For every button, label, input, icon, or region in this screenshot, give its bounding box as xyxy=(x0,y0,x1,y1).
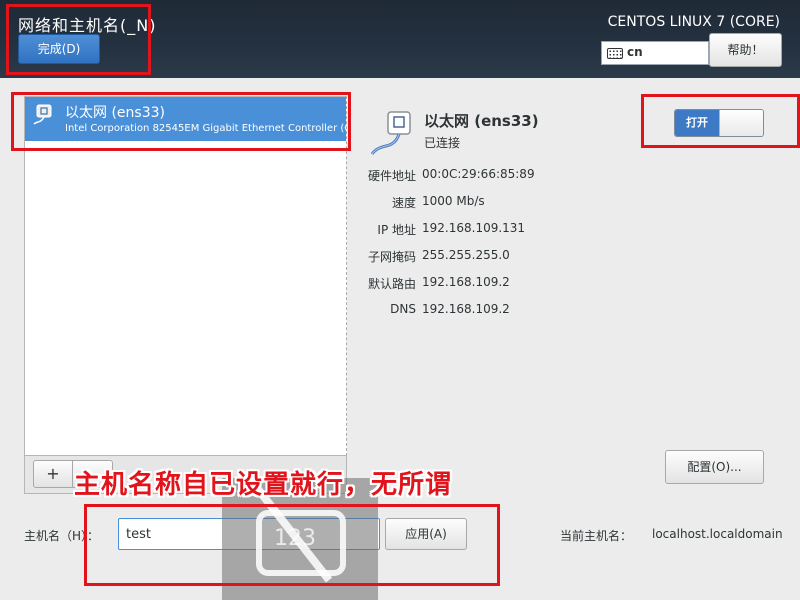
info-label: 默认路由 xyxy=(367,277,416,291)
info-value: 255.255.255.0 xyxy=(422,248,510,262)
info-label: 速度 xyxy=(391,196,416,210)
annotation-box-done xyxy=(6,4,151,75)
device-name: 以太网 (ens33) xyxy=(424,112,539,130)
info-row-ip-address: IP 地址 192.168.109.131 xyxy=(350,221,710,239)
info-value: 1000 Mb/s xyxy=(422,194,485,208)
info-label: DNS xyxy=(390,302,416,316)
info-row-dns: DNS 192.168.109.2 xyxy=(350,302,710,320)
info-label: 硬件地址 xyxy=(367,169,416,183)
configure-button[interactable]: 配置(O)... xyxy=(665,450,764,484)
ethernet-icon xyxy=(370,111,411,155)
info-value: 00:0C:29:66:85:89 xyxy=(422,167,535,181)
product-title: CENTOS LINUX 7 (CORE) xyxy=(607,14,780,30)
current-hostname-value: localhost.localdomain xyxy=(652,527,783,541)
info-value: 192.168.109.2 xyxy=(422,302,510,316)
annotation-box-device xyxy=(11,92,351,151)
annotation-text: 主机名称自已设置就行，无所谓 xyxy=(74,470,453,500)
info-label: 子网掩码 xyxy=(367,250,416,264)
keyboard-layout-label: cn xyxy=(627,45,643,59)
current-hostname-label: 当前主机名： xyxy=(560,529,633,543)
info-row-default-route: 默认路由 192.168.109.2 xyxy=(350,275,710,293)
info-value: 192.168.109.131 xyxy=(422,221,526,235)
annotation-box-hostname xyxy=(84,504,500,586)
info-row-speed: 速度 1000 Mb/s xyxy=(350,194,710,212)
info-label: IP 地址 xyxy=(377,223,416,237)
keyboard-layout-indicator[interactable]: cn xyxy=(601,41,709,65)
help-button[interactable]: 帮助！ xyxy=(709,33,782,67)
annotation-box-toggle xyxy=(641,94,800,148)
info-value: 192.168.109.2 xyxy=(422,275,510,289)
info-row-subnet-mask: 子网掩码 255.255.255.0 xyxy=(350,248,710,266)
keyboard-icon xyxy=(607,48,623,59)
info-row-hardware-address: 硬件地址 00:0C:29:66:85:89 xyxy=(350,167,710,185)
add-device-button[interactable]: + xyxy=(33,460,73,488)
connection-status: 已连接 xyxy=(424,136,461,150)
